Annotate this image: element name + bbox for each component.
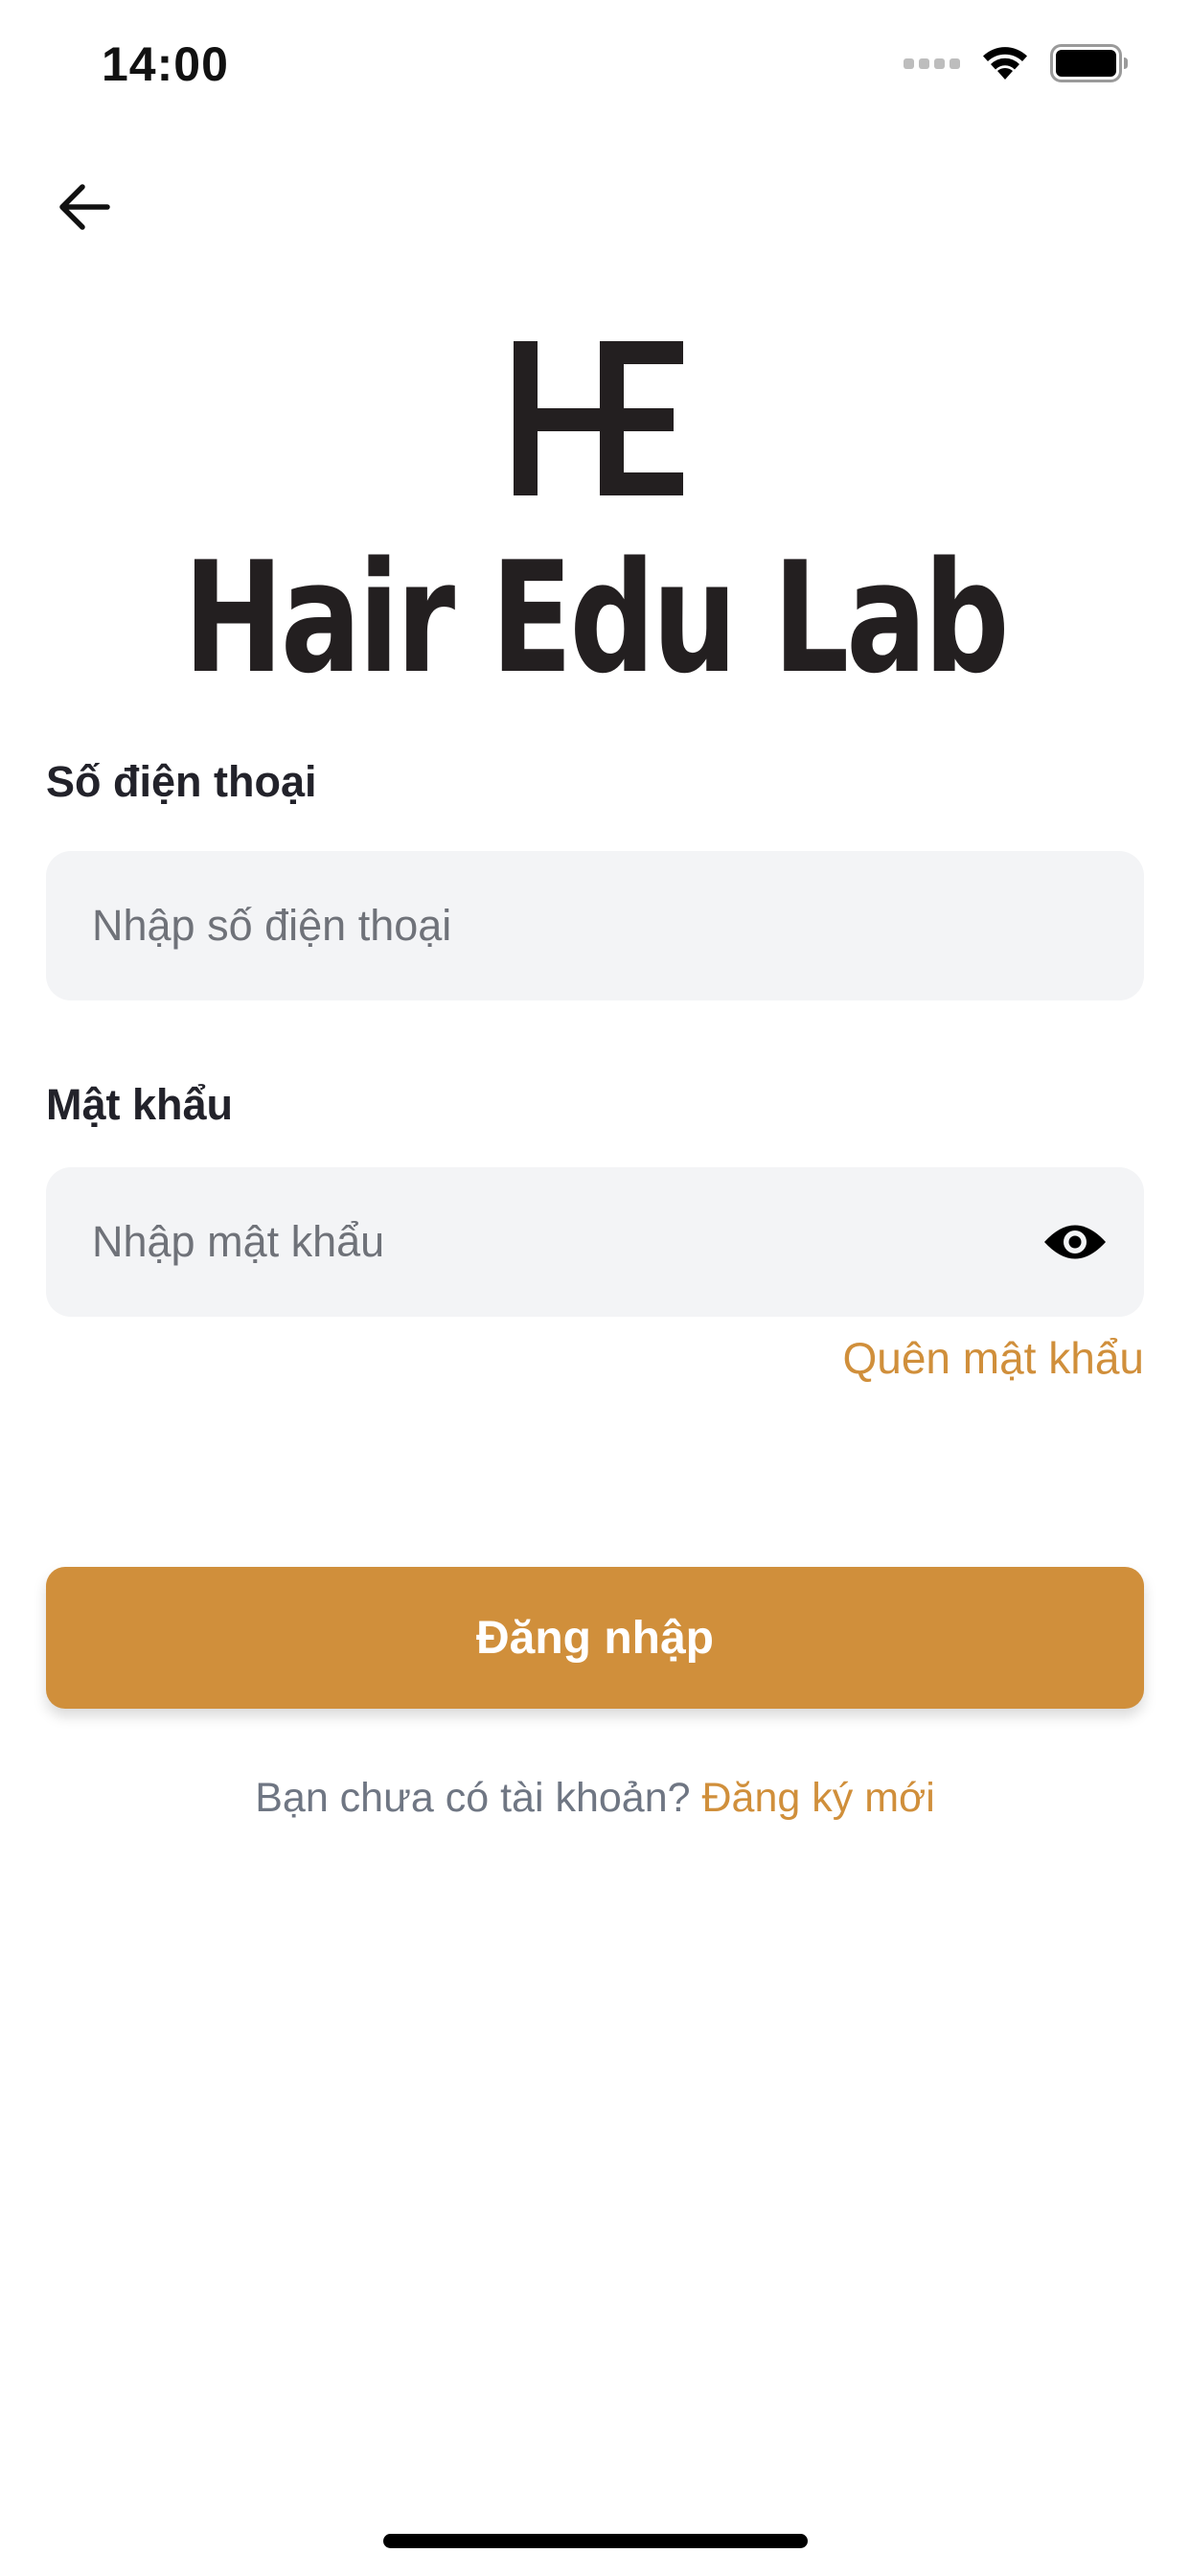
signup-prompt: Bạn chưa có tài khoản? bbox=[255, 1775, 691, 1821]
battery-icon bbox=[1050, 44, 1128, 82]
forgot-password-link[interactable]: Quên mật khẩu bbox=[842, 1332, 1144, 1384]
phone-input[interactable] bbox=[92, 851, 1144, 1000]
brand-name: Hair Edu Lab bbox=[183, 528, 1010, 707]
signup-row: Bạn chưa có tài khoản? Đăng ký mới bbox=[0, 1775, 1190, 1822]
phone-label: Số điện thoại bbox=[46, 757, 317, 806]
wifi-icon bbox=[983, 47, 1027, 80]
password-label: Mật khẩu bbox=[46, 1080, 234, 1129]
signup-link[interactable]: Đăng ký mới bbox=[702, 1775, 935, 1821]
password-field[interactable] bbox=[46, 1167, 1144, 1317]
signal-icon bbox=[904, 58, 960, 69]
password-input[interactable] bbox=[92, 1167, 954, 1317]
login-button[interactable]: Đăng nhập bbox=[46, 1567, 1144, 1709]
status-time: 14:00 bbox=[102, 37, 229, 91]
back-button[interactable] bbox=[50, 172, 119, 242]
brand-logo bbox=[514, 341, 683, 495]
status-bar: 14:00 bbox=[0, 0, 1190, 126]
phone-field[interactable] bbox=[46, 851, 1144, 1000]
home-indicator bbox=[383, 2534, 808, 2548]
arrow-left-icon bbox=[59, 184, 110, 230]
status-icons bbox=[904, 44, 1129, 82]
password-visibility-toggle[interactable] bbox=[1041, 1215, 1110, 1269]
eye-icon bbox=[1044, 1225, 1106, 1259]
